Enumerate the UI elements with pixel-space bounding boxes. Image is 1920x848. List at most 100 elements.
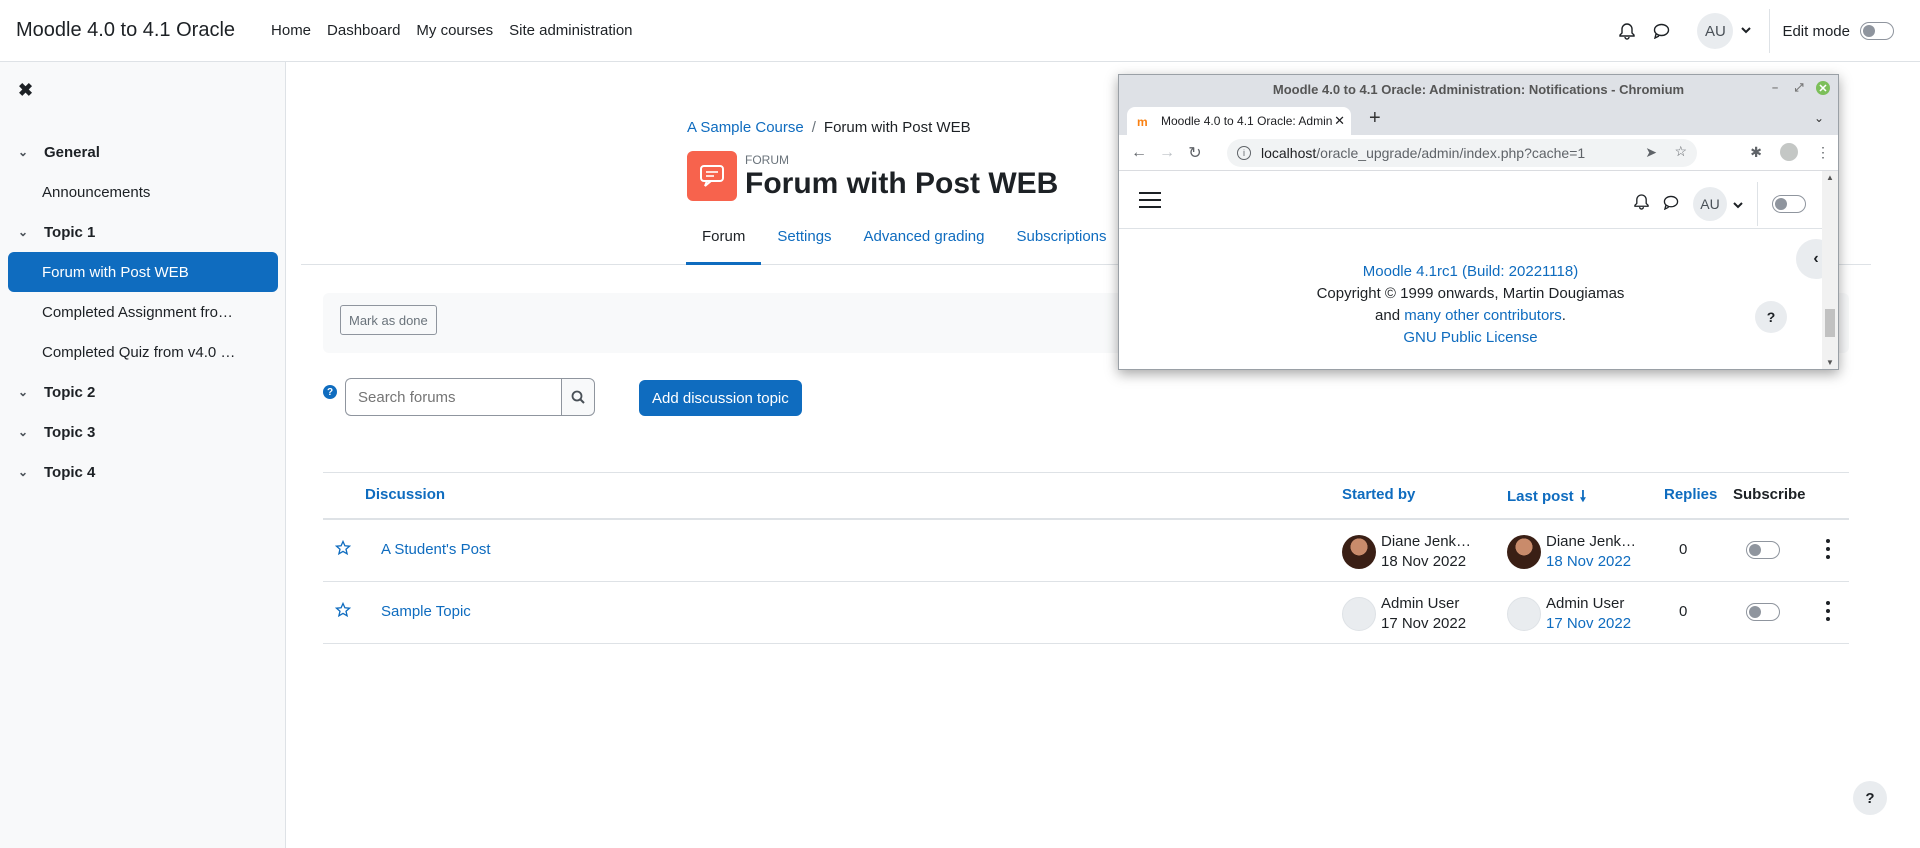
user-menu-chevron-icon[interactable] [1733, 196, 1743, 213]
edit-mode-toggle[interactable] [1772, 195, 1806, 213]
copyright-text: Copyright © 1999 onwards, Martin Dougiam… [1316, 285, 1625, 302]
hamburger-menu-icon[interactable] [1139, 192, 1161, 208]
chevron-down-icon[interactable]: ⌄ [18, 225, 34, 239]
close-drawer-icon[interactable]: ✖ [18, 80, 33, 101]
minimize-icon[interactable]: – [1768, 81, 1782, 95]
page-help-button[interactable]: ? [1755, 301, 1787, 333]
breadcrumb-course-link[interactable]: A Sample Course [687, 119, 804, 136]
add-discussion-topic-button[interactable]: Add discussion topic [639, 380, 802, 416]
section-topic-3[interactable]: ⌄ Topic 3 [0, 412, 286, 452]
browser-toolbar: ← → ↻ i localhost/oracle_upgrade/admin/i… [1119, 135, 1838, 171]
user-avatar[interactable]: AU [1697, 13, 1734, 49]
table-row: A Student's Post Diane Jenk… 18 Nov 2022 … [323, 520, 1849, 582]
license-link[interactable]: GNU Public License [1403, 329, 1537, 346]
help-question-icon[interactable]: ? [323, 385, 337, 399]
search-button[interactable] [561, 378, 595, 416]
more-actions-icon[interactable] [1825, 601, 1831, 621]
back-arrow-icon[interactable]: ← [1125, 144, 1153, 162]
section-topic-4[interactable]: ⌄ Topic 4 [0, 452, 286, 492]
page-help-button[interactable]: ? [1853, 781, 1887, 815]
extensions-puzzle-icon[interactable]: ✱ [1750, 144, 1762, 161]
avatar[interactable] [1342, 535, 1376, 569]
chevron-down-icon[interactable]: ⌄ [18, 385, 34, 399]
tab-settings[interactable]: Settings [761, 225, 847, 265]
search-forums-input[interactable] [345, 378, 561, 416]
star-icon[interactable] [334, 539, 352, 560]
moodle-favicon-icon: m [1137, 115, 1148, 129]
replies-count[interactable]: 0 [1679, 541, 1687, 558]
section-general[interactable]: ⌄ General [0, 132, 286, 172]
discussion-link[interactable]: A Student's Post [381, 541, 491, 558]
edit-mode-toggle[interactable] [1860, 22, 1894, 40]
close-tab-icon[interactable]: ✕ [1334, 113, 1345, 129]
address-bar[interactable]: i localhost/oracle_upgrade/admin/index.p… [1227, 139, 1697, 167]
send-tab-icon[interactable]: ➤ [1645, 144, 1657, 161]
moodle-version-link[interactable]: Moodle 4.1rc1 (Build: 20221118) [1363, 263, 1578, 280]
tab-subscriptions[interactable]: Subscriptions [1000, 225, 1122, 265]
site-brand[interactable]: Moodle 4.0 to 4.1 Oracle [16, 19, 235, 42]
browser-page-content: AU ‹ Moodle 4.1rc1 (Build: 20221118) Cop… [1119, 171, 1822, 369]
course-index-drawer: ✖ ⌄ General Announcements ⌄ Topic 1 Forum … [0, 62, 286, 848]
browser-menu-icon[interactable]: ⋮ [1816, 144, 1830, 161]
header-last-post[interactable]: Last post 🠗 [1507, 486, 1586, 511]
messages-chat-icon[interactable] [1663, 195, 1679, 214]
course-index-item-assignment[interactable]: Completed Assignment fro… [8, 292, 278, 332]
profile-avatar-icon[interactable] [1780, 143, 1798, 161]
section-topic-2[interactable]: ⌄ Topic 2 [0, 372, 286, 412]
messages-chat-icon[interactable] [1645, 15, 1677, 47]
chevron-down-icon[interactable]: ⌄ [18, 425, 34, 439]
nav-my-courses[interactable]: My courses [408, 22, 501, 39]
last-post-user: Diane Jenk… 18 Nov 2022 [1507, 532, 1638, 572]
site-info-icon[interactable]: i [1237, 146, 1251, 160]
search-icon [571, 390, 585, 404]
header-replies[interactable]: Replies [1664, 486, 1717, 503]
nav-home[interactable]: Home [263, 22, 319, 39]
navbar-right: AU Edit mode [1611, 0, 1920, 62]
avatar[interactable] [1342, 597, 1376, 631]
started-by-user: Diane Jenk… 18 Nov 2022 [1342, 532, 1473, 572]
contributors-link[interactable]: many other contributors [1404, 307, 1562, 324]
forum-search: ? [323, 378, 595, 416]
chevron-down-icon[interactable]: ⌄ [18, 145, 34, 159]
browser-tab[interactable]: m Moodle 4.0 to 4.1 Oracle: Admin ✕ [1127, 107, 1351, 135]
tab-forum[interactable]: Forum [686, 225, 762, 265]
course-index-item-forum[interactable]: Forum with Post WEB [8, 252, 278, 292]
notifications-bell-icon[interactable] [1634, 194, 1649, 214]
tab-search-chevron-icon[interactable]: ⌄ [1814, 111, 1824, 125]
forward-arrow-icon[interactable]: → [1153, 144, 1181, 162]
maximize-icon[interactable]: ⤢ [1792, 81, 1806, 95]
star-icon[interactable] [334, 601, 352, 622]
header-discussion[interactable]: Discussion [365, 486, 445, 503]
user-menu-chevron-icon[interactable] [1741, 25, 1752, 37]
course-index-item-quiz[interactable]: Completed Quiz from v4.0 … [8, 332, 278, 372]
subscribe-toggle[interactable] [1746, 603, 1780, 621]
course-index-item-announcements[interactable]: Announcements [8, 172, 278, 212]
breadcrumb: A Sample Course / Forum with Post WEB [687, 119, 971, 136]
last-post-user: Admin User 17 Nov 2022 [1507, 594, 1638, 634]
section-topic-1[interactable]: ⌄ Topic 1 [0, 212, 286, 252]
started-by-user: Admin User 17 Nov 2022 [1342, 594, 1473, 634]
nav-dashboard[interactable]: Dashboard [319, 22, 408, 39]
reload-icon[interactable]: ↻ [1181, 143, 1209, 163]
browser-scrollbar[interactable]: ▲ ▼ [1822, 171, 1838, 369]
tab-advanced-grading[interactable]: Advanced grading [848, 225, 1001, 265]
window-title: Moodle 4.0 to 4.1 Oracle: Administration… [1272, 81, 1685, 97]
close-window-icon[interactable]: ✕ [1816, 81, 1830, 95]
avatar[interactable] [1507, 535, 1541, 569]
discussion-link[interactable]: Sample Topic [381, 603, 471, 620]
table-row: Sample Topic Admin User 17 Nov 2022 Admin… [323, 582, 1849, 644]
browser-tabstrip: m Moodle 4.0 to 4.1 Oracle: Admin ✕ + ⌄ [1119, 103, 1838, 135]
replies-count[interactable]: 0 [1679, 603, 1687, 620]
mark-as-done-button[interactable]: Mark as done [340, 305, 437, 335]
subscribe-toggle[interactable] [1746, 541, 1780, 559]
header-started-by[interactable]: Started by [1342, 486, 1415, 503]
more-actions-icon[interactable] [1825, 539, 1831, 559]
new-tab-icon[interactable]: + [1369, 107, 1381, 130]
nav-site-administration[interactable]: Site administration [501, 22, 640, 39]
chevron-down-icon[interactable]: ⌄ [18, 465, 34, 479]
bookmark-star-icon[interactable]: ☆ [1674, 143, 1687, 160]
user-avatar[interactable]: AU [1693, 187, 1727, 221]
avatar[interactable] [1507, 597, 1541, 631]
activity-type-label: FORUM [745, 152, 789, 167]
notifications-bell-icon[interactable] [1611, 15, 1643, 47]
